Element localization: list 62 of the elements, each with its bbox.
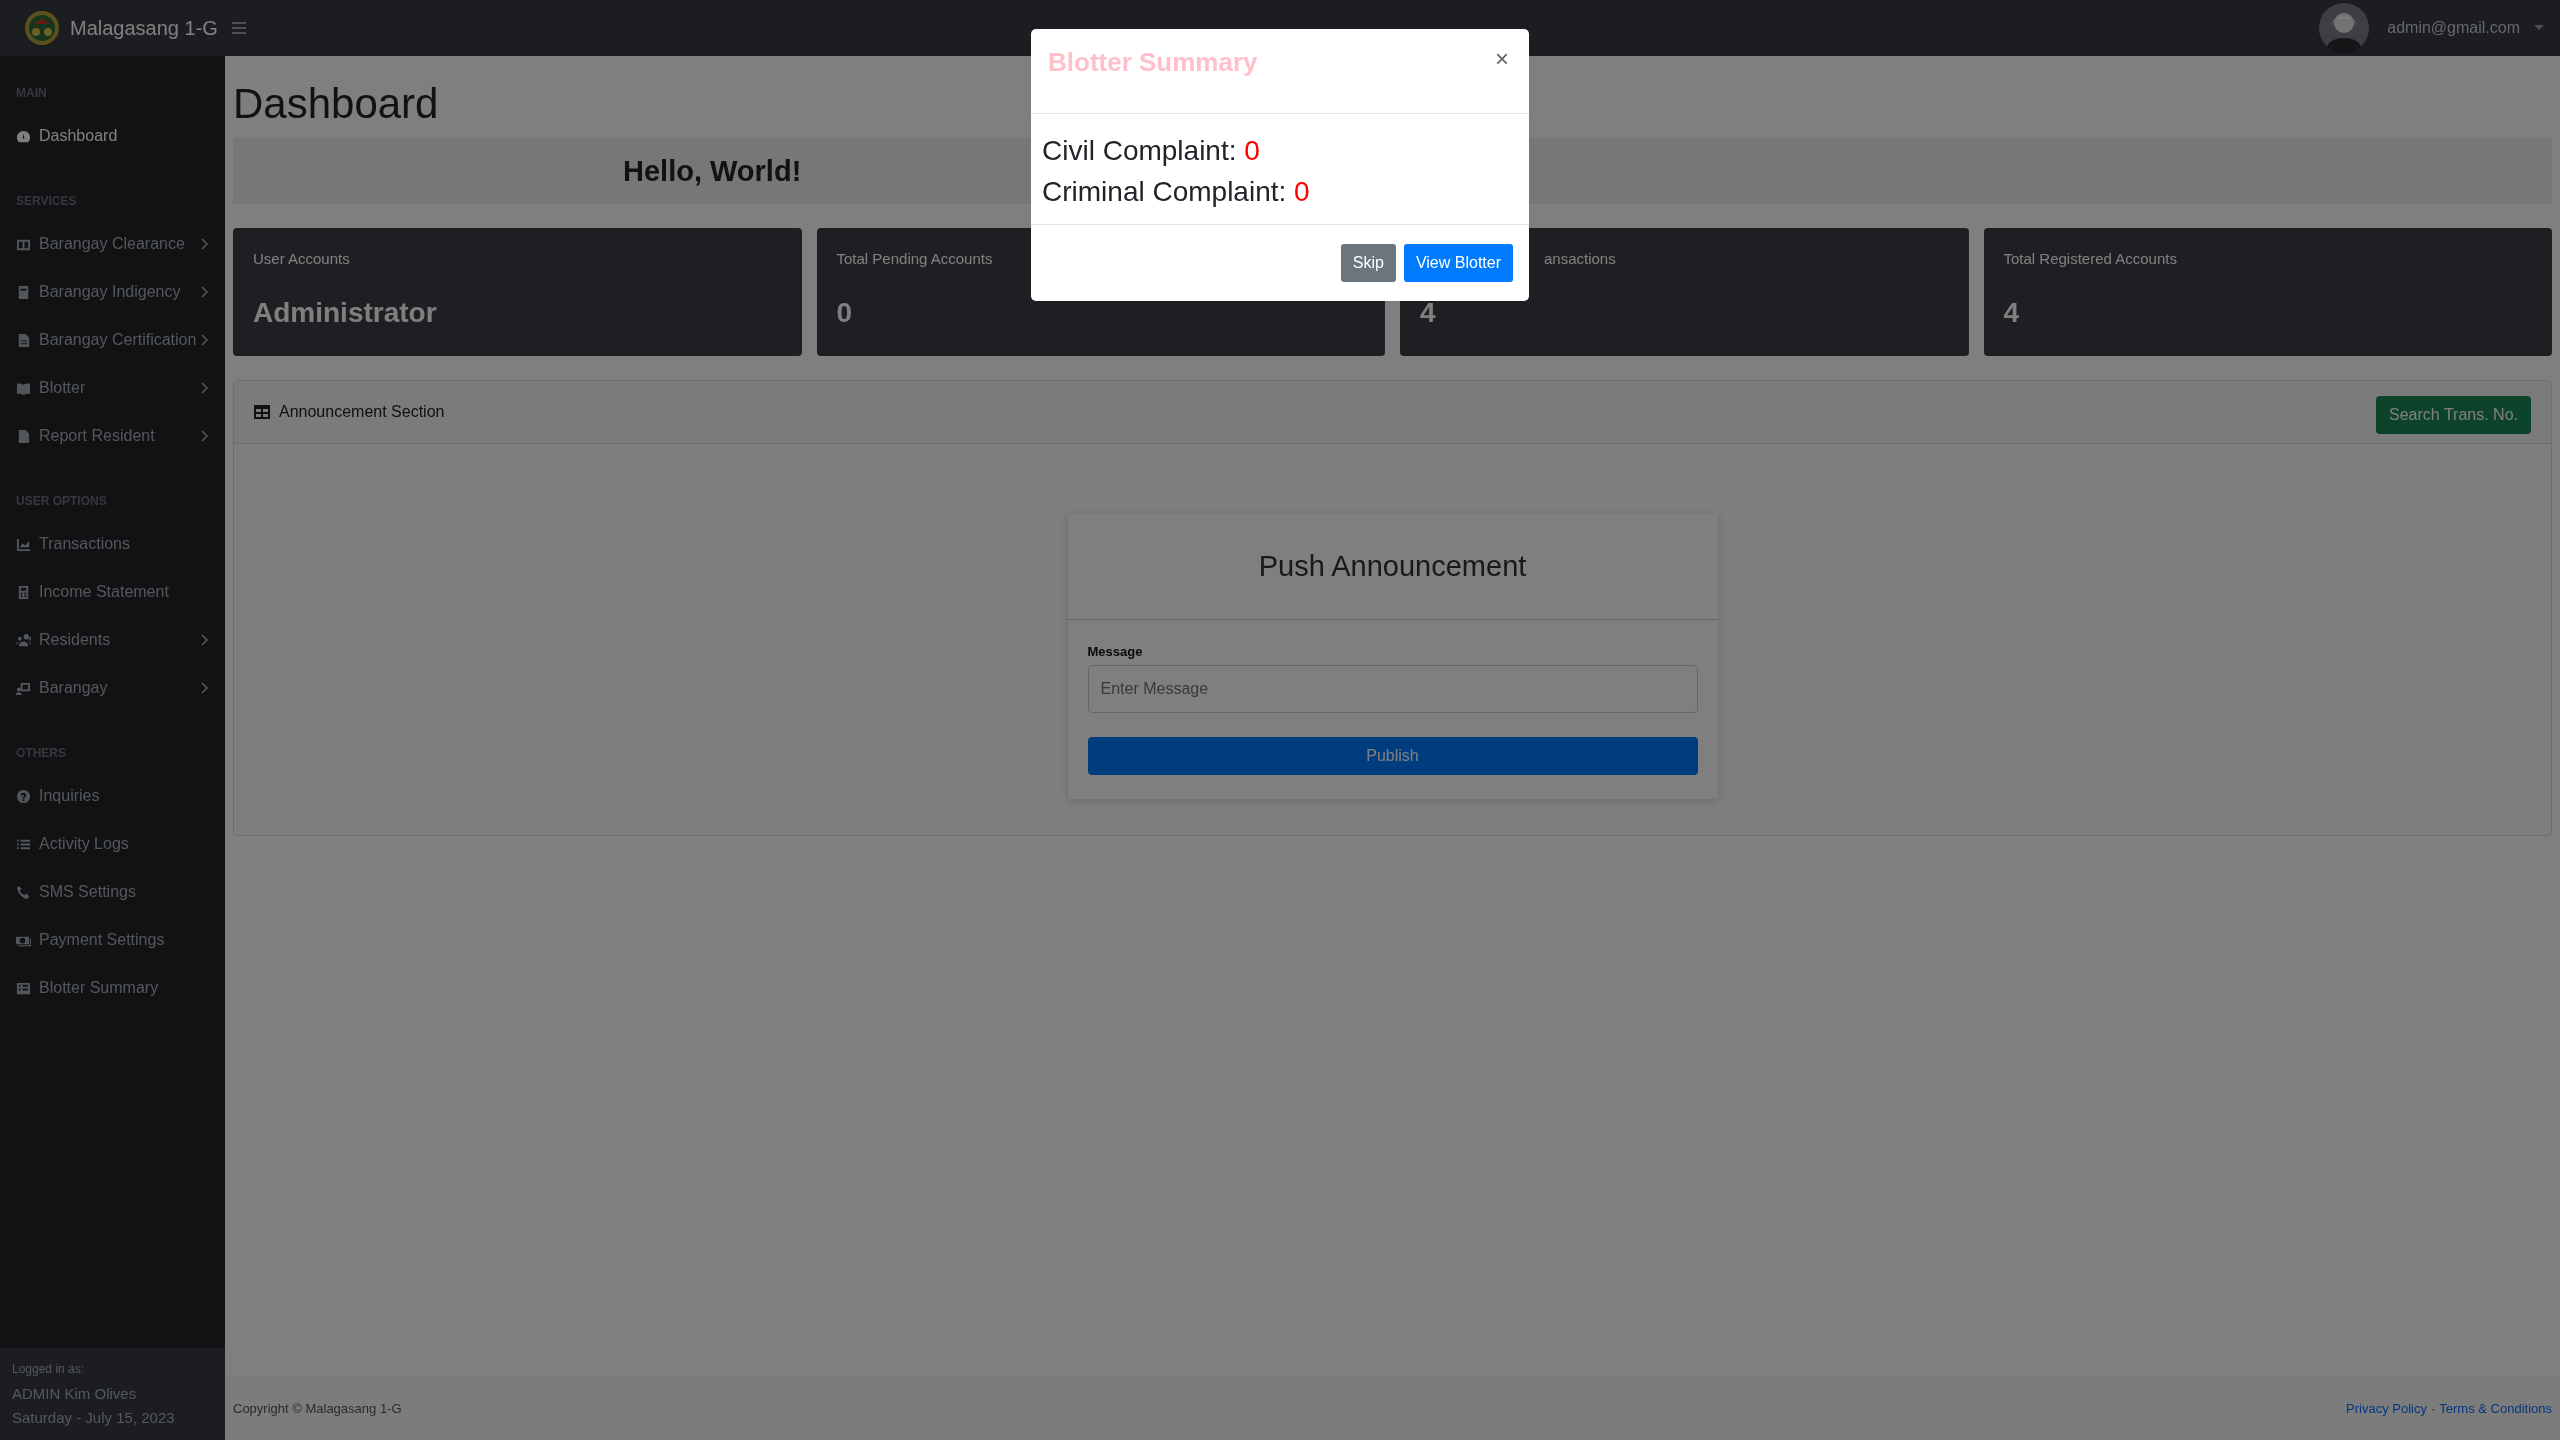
complaint-count: Criminal Complaint: 0 <box>1042 175 1311 209</box>
brand-name[interactable]: Malagasang 1-G <box>70 16 218 40</box>
copyright-text: Copyright © Malagasang 1-G <box>233 1400 402 1416</box>
sidebar-item[interactable]: Barangay Clearance <box>0 220 225 268</box>
skip-button[interactable]: Skip <box>1340 244 1396 282</box>
gauge-icon <box>16 128 31 144</box>
stat-value: Administrator <box>253 297 437 329</box>
sidebar-item[interactable]: Barangay <box>0 664 225 712</box>
logo-icon <box>24 10 60 46</box>
publish-button[interactable]: Publish <box>1087 737 1698 775</box>
table-icon <box>16 980 31 996</box>
sidebar-item[interactable]: Report Resident <box>0 412 225 460</box>
stat-title: ansactions <box>1544 250 1616 267</box>
section-title: Announcement Section <box>279 403 445 421</box>
document-icon <box>16 332 31 348</box>
book-icon <box>16 284 31 300</box>
sidebar-item[interactable]: Barangay Indigency <box>0 268 225 316</box>
sidebar-item[interactable]: Transactions <box>0 520 225 568</box>
field-label: Message <box>1087 644 1144 659</box>
close-button[interactable]: × <box>1491 47 1513 71</box>
stat-title: Total Registered Accounts <box>2003 250 2177 267</box>
user-name: ADMIN Kim Olives <box>12 1384 138 1404</box>
phone-icon <box>16 884 31 900</box>
sidebar-item[interactable]: Income Statement <box>0 568 225 616</box>
sidebar-item[interactable]: Payment Settings <box>0 916 225 964</box>
page-title: Dashboard <box>233 80 440 128</box>
separator-dot: · <box>2430 1400 2436 1416</box>
form-title: Push Announcement <box>1258 550 1527 583</box>
stat-title: Total Pending Accounts <box>836 250 993 267</box>
sidebar-item[interactable]: Blotter <box>0 364 225 412</box>
footer-link[interactable]: Terms & Conditions <box>2439 1400 2552 1416</box>
sidebar-item[interactable]: Barangay Certification <box>0 316 225 364</box>
search-button[interactable]: Search Trans. No. <box>2376 396 2531 434</box>
stat-value: 0 <box>836 297 853 329</box>
modal-title: Blotter Summary <box>1048 47 1258 78</box>
sidebar-item[interactable]: Blotter Summary <box>0 964 225 1012</box>
user-menu[interactable]: admin@gmail.com <box>2387 19 2520 37</box>
logged-in-label: Logged in as: <box>12 1362 86 1376</box>
stat-value: 4 <box>2003 297 2020 329</box>
stat-title: User Accounts <box>253 250 350 267</box>
complaint-count: Civil Complaint: 0 <box>1042 134 1261 168</box>
menu-icon[interactable] <box>231 22 246 34</box>
stat-value: 4 <box>1420 297 1436 329</box>
table-icon <box>254 405 270 419</box>
view-button[interactable]: View Blotter <box>1403 244 1513 282</box>
caret-icon[interactable] <box>2534 25 2544 31</box>
sidebar-item[interactable]: Inquiries <box>0 772 225 820</box>
date-text: Saturday - July 15, 2023 <box>12 1408 176 1428</box>
sidebar-item[interactable]: SMS Settings <box>0 868 225 916</box>
greeting-text: Hello, World! <box>623 154 802 188</box>
sidebar-item[interactable]: Dashboard <box>0 112 225 160</box>
users-icon <box>16 632 31 648</box>
footer-link[interactable]: Privacy Policy <box>2346 1400 2427 1416</box>
sidebar-item[interactable]: Activity Logs <box>0 820 225 868</box>
sidebar-item[interactable]: Residents <box>0 616 225 664</box>
open-book-icon <box>16 380 31 396</box>
question-icon <box>16 788 31 804</box>
monitor-icon <box>16 680 31 696</box>
document-icon <box>16 428 31 444</box>
calculator-icon <box>16 584 31 600</box>
chart-icon <box>16 536 31 552</box>
message-field[interactable]: Enter Message <box>1087 665 1698 713</box>
